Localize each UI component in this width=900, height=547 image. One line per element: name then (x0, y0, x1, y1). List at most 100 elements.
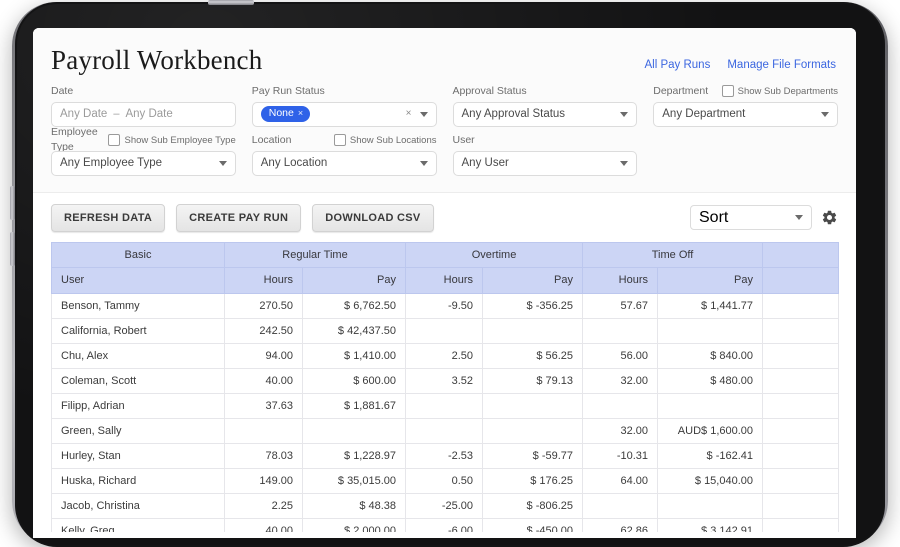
cell-regular-pay: $ 1,228.97 (301, 442, 407, 469)
chevron-down-icon[interactable] (419, 160, 428, 166)
cell-overtime-pay (482, 392, 584, 419)
manage-file-formats-link[interactable]: Manage File Formats (727, 59, 836, 71)
col-header-blank (762, 266, 840, 294)
table-row[interactable]: California, Robert 242.50 $ 42,437.50 (51, 317, 840, 344)
cell-regular-hours: 2.25 (224, 492, 303, 519)
cell-regular-hours: 94.00 (224, 342, 303, 369)
refresh-data-button[interactable]: REFRESH DATA (51, 203, 166, 232)
col-header-regular-pay[interactable]: Pay (301, 266, 407, 294)
date-range-input[interactable]: Any Date – Any Date (51, 101, 236, 127)
cell-blank (762, 467, 840, 494)
col-header-timeoff-hours[interactable]: Hours (582, 266, 659, 294)
col-header-user[interactable]: User (51, 266, 225, 294)
cell-overtime-pay: $ -806.25 (482, 492, 584, 519)
cell-blank (762, 492, 840, 519)
cell-timeoff-hours: 32.00 (582, 417, 659, 444)
cell-blank (762, 442, 840, 469)
power-button[interactable] (208, 0, 254, 5)
pay-run-status-filter: Pay Run Status None × × (251, 84, 437, 127)
department-filter: Department Show Sub Departments Any Depa… (653, 84, 838, 127)
cell-overtime-pay: $ -450.00 (482, 517, 584, 532)
cell-timeoff-pay (657, 317, 764, 344)
chevron-down-icon[interactable] (795, 215, 803, 221)
user-label: User (452, 133, 475, 146)
cell-timeoff-hours (582, 492, 659, 519)
date-from-placeholder: Any Date (60, 108, 108, 121)
table-row[interactable]: Chu, Alex 94.00 $ 1,410.00 2.50 $ 56.25 56.00… (51, 342, 840, 369)
table-row[interactable]: Coleman, Scott 40.00 $ 600.00 3.52 $ 79.13 32… (51, 367, 840, 394)
date-label: Date (51, 84, 74, 97)
actions-bar: REFRESH DATA CREATE PAY RUN DOWNLOAD CSV… (33, 192, 856, 242)
sort-placeholder: Sort (699, 208, 729, 226)
clear-icon[interactable]: × (406, 109, 412, 119)
department-select[interactable]: Any Department (653, 101, 838, 127)
show-sub-employee-type-checkbox[interactable]: Show Sub Employee Type (108, 134, 236, 147)
cell-overtime-hours: -6.00 (405, 517, 484, 532)
volume-down-button[interactable] (10, 232, 15, 266)
col-header-overtime-hours[interactable]: Hours (405, 266, 484, 294)
cell-overtime-hours: 0.50 (405, 467, 484, 494)
employee-type-filter: Employee Type Show Sub Employee Type Any… (51, 126, 236, 176)
col-header-regular-hours[interactable]: Hours (224, 266, 303, 294)
all-pay-runs-link[interactable]: All Pay Runs (645, 59, 711, 71)
chevron-down-icon[interactable] (620, 111, 629, 117)
cell-overtime-pay: $ -356.25 (482, 292, 584, 319)
chevron-down-icon[interactable] (620, 160, 629, 166)
location-select[interactable]: Any Location (251, 150, 437, 176)
cell-user: Kelly, Greg (51, 517, 225, 532)
chevron-down-icon[interactable] (218, 160, 227, 166)
chip-remove-icon[interactable]: × (298, 109, 303, 118)
checkbox-icon[interactable] (333, 134, 346, 147)
cell-user: Coleman, Scott (51, 367, 225, 394)
filter-spacer (653, 133, 838, 176)
cell-blank (762, 342, 840, 369)
approval-status-select[interactable]: Any Approval Status (452, 101, 638, 127)
cell-blank (762, 367, 840, 394)
pay-run-status-select[interactable]: None × × (251, 101, 437, 127)
group-header-overtime: Overtime (405, 241, 584, 268)
table-row[interactable]: Green, Sally 32.00 AUD$ 1,600.00 (51, 417, 840, 444)
cell-overtime-hours (405, 392, 484, 419)
chevron-down-icon[interactable] (821, 111, 829, 117)
cell-regular-hours: 40.00 (224, 517, 303, 532)
cell-timeoff-pay: $ 1,441.77 (657, 292, 764, 319)
column-header-row: User Hours Pay Hours Pay Hours Pay (51, 266, 840, 294)
cell-regular-pay: $ 1,881.67 (301, 392, 407, 419)
cell-user: California, Robert (51, 317, 225, 344)
filters-grid: Date Any Date – Any Date Pay Run Status (33, 80, 856, 176)
show-sub-departments-checkbox[interactable]: Show Sub Departments (721, 85, 838, 98)
cell-overtime-pay: $ 176.25 (482, 467, 584, 494)
chevron-down-icon[interactable] (419, 111, 428, 117)
col-header-timeoff-pay[interactable]: Pay (657, 266, 764, 294)
volume-up-button[interactable] (10, 186, 15, 220)
download-csv-button[interactable]: DOWNLOAD CSV (312, 203, 434, 232)
gear-icon[interactable] (821, 209, 838, 226)
create-pay-run-button[interactable]: CREATE PAY RUN (176, 203, 302, 232)
pay-run-status-chip[interactable]: None × (260, 106, 311, 122)
table-row[interactable]: Filipp, Adrian 37.63 $ 1,881.67 (51, 392, 840, 419)
show-sub-locations-checkbox[interactable]: Show Sub Locations (333, 134, 437, 147)
sort-select[interactable]: Sort (690, 205, 812, 231)
cell-regular-pay: $ 600.00 (301, 367, 407, 394)
cell-overtime-pay: $ -59.77 (482, 442, 584, 469)
col-header-overtime-pay[interactable]: Pay (482, 266, 584, 294)
checkbox-icon[interactable] (721, 85, 734, 98)
group-header-regular-time: Regular Time (223, 241, 407, 268)
table-row[interactable]: Jacob, Christina 2.25 $ 48.38 -25.00 $ -806.… (51, 492, 840, 519)
cell-user: Benson, Tammy (51, 292, 225, 319)
cell-blank (762, 317, 840, 344)
table-row[interactable]: Huska, Richard 149.00 $ 35,015.00 0.50 $ 176… (51, 467, 840, 494)
employee-type-value: Any Employee Type (60, 157, 163, 170)
employee-type-select[interactable]: Any Employee Type (51, 150, 236, 176)
location-filter: Location Show Sub Locations Any Location (251, 133, 437, 176)
checkbox-icon[interactable] (108, 134, 121, 147)
department-label: Department (653, 84, 709, 97)
cell-overtime-hours: 3.52 (405, 367, 484, 394)
table-row[interactable]: Hurley, Stan 78.03 $ 1,228.97 -2.53 $ -59.77… (51, 442, 840, 469)
cell-regular-hours (224, 417, 303, 444)
location-value: Any Location (260, 157, 328, 170)
user-select[interactable]: Any User (452, 150, 638, 176)
pay-table-container[interactable]: Basic Regular Time Overtime Time Off Use… (33, 241, 856, 532)
table-row[interactable]: Benson, Tammy 270.50 $ 6,762.50 -9.50 $ -356… (51, 292, 840, 319)
table-row[interactable]: Kelly, Greg 40.00 $ 2,000.00 -6.00 $ -450.00… (51, 517, 840, 532)
